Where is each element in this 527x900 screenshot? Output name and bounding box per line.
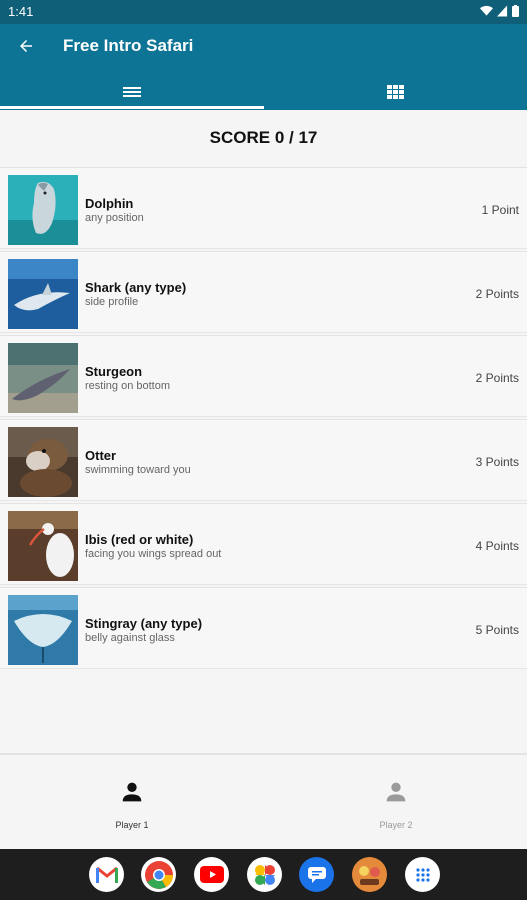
item-title: Otter [85,448,117,463]
grid-icon [387,85,404,99]
list-item[interactable]: Sturgeon resting on bottom 2 Points [0,335,527,417]
item-subtitle: belly against glass [85,632,175,644]
status-time: 1:41 [8,4,34,19]
gmail-icon[interactable] [89,857,124,892]
item-points: 1 Point [481,203,519,217]
player-label: Player 1 [115,820,149,830]
dolphin-photo [8,175,78,245]
list-item[interactable]: Dolphin any position 1 Point [0,167,527,249]
app-bar: Free Intro Safari [0,24,527,110]
item-subtitle: resting on bottom [85,380,170,392]
item-title: Dolphin [85,196,134,211]
item-title: Sturgeon [85,364,143,379]
otter-photo [8,427,78,497]
page-title: Free Intro Safari [63,36,194,55]
list-item[interactable]: Shark (any type) side profile 2 Points [0,251,527,333]
item-subtitle: side profile [85,296,139,308]
item-points: 5 Points [475,623,519,637]
score-row: SCORE 0 / 17 [0,110,527,166]
arrow-back-icon [20,40,32,52]
item-points: 2 Points [475,371,519,385]
person-icon [386,782,406,802]
wifi-icon [480,5,493,16]
score-text: SCORE 0 / 17 [209,128,318,147]
nav-bar [0,849,527,900]
item-subtitle: any position [85,212,144,224]
item-points: 2 Points [475,287,519,301]
bottom-divider [0,753,527,755]
player-2-tab[interactable]: Player 2 [296,778,496,834]
player-label: Player 2 [379,820,413,830]
status-icons [480,5,519,17]
back-button[interactable] [12,32,40,60]
sturgeon-photo [8,343,78,413]
messages-icon[interactable] [299,857,334,892]
item-points: 3 Points [475,455,519,469]
list-item[interactable]: Otter swimming toward you 3 Points [0,419,527,501]
ibis-photo [8,511,78,581]
photos-icon[interactable] [247,857,282,892]
shark-photo [8,259,78,329]
game-app-icon[interactable] [352,857,387,892]
tab-list-view[interactable] [0,74,263,110]
item-title: Ibis (red or white) [85,532,194,547]
item-title: Stingray (any type) [85,616,203,631]
player-1-tab[interactable]: Player 1 [32,778,232,834]
tab-indicator [0,106,264,109]
animal-list: Dolphin any position 1 Point Shark (any … [0,167,527,671]
chrome-icon[interactable] [141,857,176,892]
list-item[interactable]: Ibis (red or white) facing you wings spr… [0,503,527,585]
app-drawer-icon[interactable] [405,857,440,892]
item-points: 4 Points [475,539,519,553]
status-bar: 1:41 [0,0,527,24]
item-subtitle: facing you wings spread out [85,548,222,560]
stingray-photo [8,595,78,665]
item-subtitle: swimming toward you [85,464,191,476]
list-icon [122,87,141,97]
person-icon [122,782,142,802]
list-item[interactable]: Stingray (any type) belly against glass … [0,587,527,669]
battery-icon [512,5,519,17]
youtube-icon[interactable] [194,857,229,892]
signal-icon [497,5,508,17]
tab-grid-view[interactable] [264,74,527,110]
item-title: Shark (any type) [85,280,187,295]
